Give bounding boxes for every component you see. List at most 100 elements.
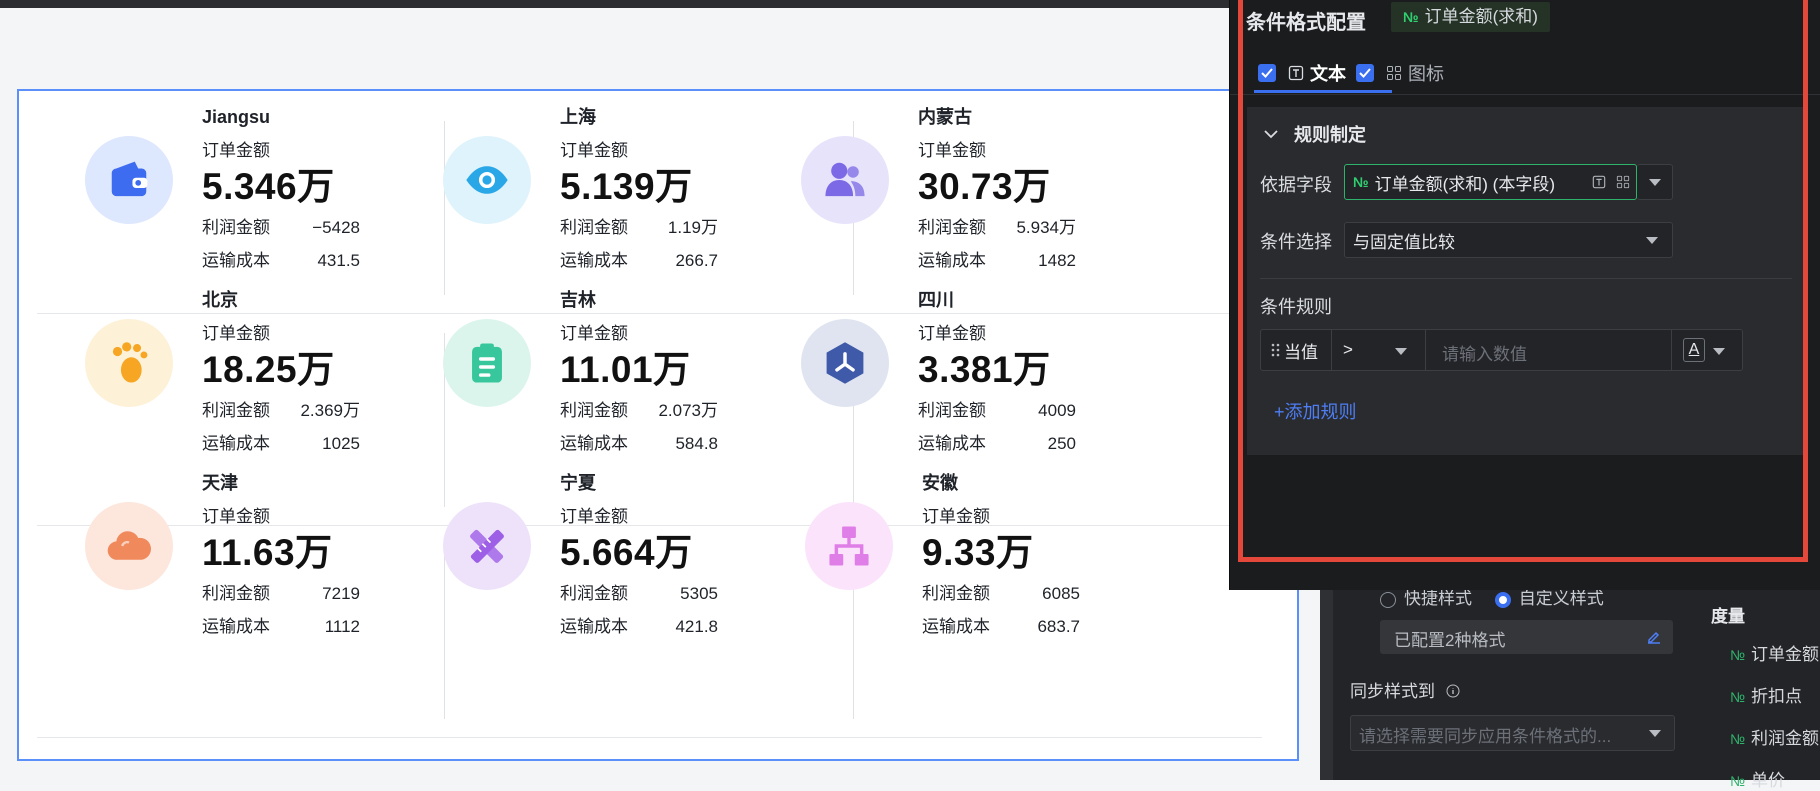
measure-item[interactable]: № 单价 (1730, 766, 1785, 791)
metric-label: 订单金额 (918, 324, 986, 343)
row-divider (37, 737, 1262, 738)
kpi-card[interactable]: 安徽 订单金额 9.33万 利润金额 6085 运输成本 683.7 (805, 470, 1205, 660)
text-type-icon[interactable] (1592, 175, 1606, 189)
hierarchy-icon (805, 502, 893, 590)
profit-value: 2.073万 (658, 401, 718, 420)
shipping-label: 运输成本 (918, 251, 986, 270)
text-color-button[interactable]: A (1683, 338, 1705, 362)
cloud-icon (85, 502, 173, 590)
shipping-row: 运输成本 584.8 (560, 427, 718, 460)
rule-section-header[interactable]: 规则制定 (1264, 121, 1366, 147)
rule-subject: 当值 (1284, 342, 1318, 362)
kpi-card-body: Jiangsu 订单金额 5.346万 利润金额 −5428 运输成本 431.5 (202, 104, 452, 277)
profit-value: 4009 (1038, 401, 1076, 420)
kpi-card[interactable]: 宁夏 订单金额 5.664万 利润金额 5305 运输成本 421.8 (443, 470, 843, 660)
tab-text[interactable]: 文本 (1258, 60, 1346, 86)
footprint-icon (85, 319, 173, 407)
sync-style-select[interactable]: 请选择需要同步应用条件格式的... (1350, 715, 1675, 751)
configured-formats-text: 已配置2种格式 (1394, 631, 1506, 650)
shipping-value: 1025 (322, 434, 360, 453)
sync-style-label: 同步样式到 (1350, 682, 1435, 701)
profit-label: 利润金额 (560, 584, 628, 603)
rule-value-input[interactable]: 请输入数值 (1442, 340, 1527, 365)
number-field-icon: № (1730, 773, 1746, 789)
kpi-card[interactable]: 吉林 订单金额 11.01万 利润金额 2.073万 运输成本 584.8 (443, 287, 843, 477)
kpi-card[interactable]: 北京 订单金额 18.25万 利润金额 2.369万 运输成本 1025 (85, 287, 485, 477)
profit-row: 利润金额 2.369万 (202, 394, 360, 427)
shipping-row: 运输成本 250 (918, 427, 1076, 460)
measure-item[interactable]: № 折扣点 (1730, 682, 1802, 707)
chevron-down-icon[interactable] (1395, 348, 1407, 355)
rule-section-title: 规则制定 (1294, 125, 1366, 145)
tab-icon[interactable]: 图标 (1356, 60, 1444, 86)
condition-select[interactable]: 与固定值比较 (1344, 222, 1673, 258)
shipping-row: 运输成本 266.7 (560, 244, 718, 277)
kpi-card[interactable]: 内蒙古 订单金额 30.73万 利润金额 5.934万 运输成本 1482 (801, 104, 1201, 294)
shipping-label: 运输成本 (202, 434, 270, 453)
profit-row: 利润金额 2.073万 (560, 394, 718, 427)
edit-icon[interactable] (1646, 629, 1662, 645)
measures-title: 度量 (1711, 607, 1745, 626)
shipping-row: 运输成本 421.8 (560, 610, 718, 643)
basis-field-select[interactable]: № 订单金额(求和) (本字段) (1344, 164, 1637, 200)
rule-operator[interactable]: > (1343, 340, 1353, 360)
add-rule-button[interactable]: +添加规则 (1274, 398, 1357, 424)
custom-style-radio[interactable]: 自定义样式 (1494, 589, 1604, 608)
drag-handle-icon[interactable] (1271, 342, 1281, 358)
shipping-row: 运输成本 1025 (202, 427, 360, 460)
shipping-value: 683.7 (1037, 617, 1080, 636)
kpi-card-body: 上海 订单金额 5.139万 利润金额 1.19万 运输成本 266.7 (560, 104, 810, 277)
field-tag: № 订单金额(求和) (1391, 2, 1550, 32)
shipping-label: 运输成本 (560, 434, 628, 453)
kpi-card[interactable]: 天津 订单金额 11.63万 利润金额 7219 运输成本 1112 (85, 470, 485, 660)
profit-label: 利润金额 (922, 584, 990, 603)
shipping-row: 运输成本 1112 (202, 610, 360, 643)
kpi-card[interactable]: 四川 订单金额 3.381万 利润金额 4009 运输成本 250 (801, 287, 1201, 477)
clipboard-icon (443, 319, 531, 407)
kpi-card[interactable]: Jiangsu 订单金额 5.346万 利润金额 −5428 运输成本 431.5 (85, 104, 485, 294)
metric-value: 11.01万 (560, 349, 691, 390)
condition-label: 条件选择 (1260, 232, 1332, 252)
configured-formats-box[interactable]: 已配置2种格式 (1380, 620, 1673, 654)
sync-style-placeholder: 请选择需要同步应用条件格式的... (1359, 727, 1612, 746)
grid-icon (1387, 66, 1401, 80)
kpi-card-body: 北京 订单金额 18.25万 利润金额 2.369万 运输成本 1025 (202, 287, 452, 460)
measure-item[interactable]: № 利润金额 (1730, 724, 1819, 749)
custom-style-label: 自定义样式 (1518, 589, 1604, 608)
popup-title: 条件格式配置 (1246, 12, 1366, 34)
chevron-down-icon (1646, 237, 1658, 244)
region-name: 内蒙古 (918, 107, 972, 127)
metric-label: 订单金额 (202, 141, 270, 160)
kpi-card[interactable]: 上海 订单金额 5.139万 利润金额 1.19万 运输成本 266.7 (443, 104, 843, 294)
quick-style-radio[interactable]: 快捷样式 (1380, 589, 1472, 608)
profit-value: 2.369万 (300, 401, 360, 420)
shipping-value: 1112 (324, 617, 360, 636)
kpi-card-panel: Jiangsu 订单金额 5.346万 利润金额 −5428 运输成本 431.5 … (17, 89, 1299, 761)
profit-row: 利润金额 4009 (918, 394, 1076, 427)
rule-section: 规则制定 依据字段 № 订单金额(求和) (本字段) 条件选择 与固定值比较 条… (1247, 107, 1807, 455)
profit-label: 利润金额 (918, 401, 986, 420)
divider (1331, 330, 1332, 370)
measure-item[interactable]: № 订单金额 (1730, 640, 1819, 665)
metric-label: 订单金额 (560, 324, 628, 343)
kpi-card-body: 四川 订单金额 3.381万 利润金额 4009 运输成本 250 (918, 287, 1168, 460)
basis-field-dropdown[interactable] (1637, 164, 1673, 200)
eye-icon (443, 136, 531, 224)
metric-value: 9.33万 (922, 532, 1034, 573)
checkbox-checked-icon[interactable] (1356, 64, 1374, 82)
text-type-icon (1288, 65, 1304, 81)
region-name: 安徽 (922, 473, 958, 493)
measure-label: 折扣点 (1751, 687, 1803, 706)
number-field-icon: № (1403, 9, 1419, 25)
profit-row: 利润金额 6085 (922, 577, 1080, 610)
metric-value: 5.664万 (560, 532, 693, 573)
region-name: 宁夏 (560, 473, 596, 493)
grid-icon[interactable] (1616, 175, 1630, 189)
chevron-down-icon (1649, 730, 1661, 737)
measure-label: 利润金额 (1751, 729, 1820, 748)
chevron-down-icon[interactable] (1713, 348, 1725, 355)
profit-row: 利润金额 5305 (560, 577, 718, 610)
profit-value: 5.934万 (1016, 218, 1076, 237)
divider (1260, 278, 1792, 279)
checkbox-checked-icon[interactable] (1258, 64, 1276, 82)
